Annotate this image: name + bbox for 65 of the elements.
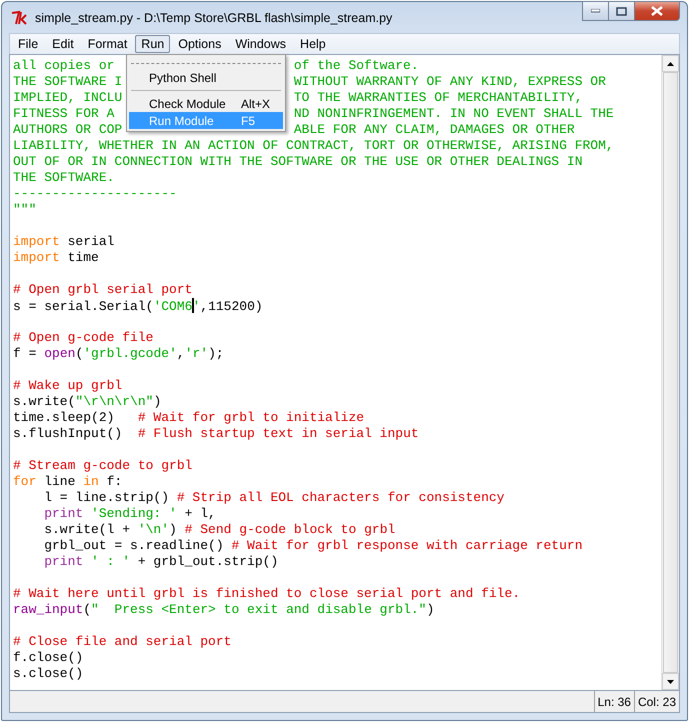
code-line: ND NONINFRINGEMENT. IN NO EVENT SHALL THE [294,106,614,122]
code-line: """ [13,202,38,218]
code-line: # Open grbl serial port [13,282,194,298]
code-line: raw_input(" Press <Enter> to exit and disable grbl.") [13,602,436,618]
code-line: # Open g-code file [13,330,154,346]
menu-entry[interactable]: Check Module Alt+X [129,95,283,112]
menu-entry-label: Python Shell [149,70,218,84]
code-line: grbl_out = s.readline() # Wait for grbl response with carriage return [43,538,584,554]
code-line: s.close() [13,666,84,682]
code-line: f.close() [13,650,84,666]
code-line: LIABILITY, WHETHER IN AN ACTION OF CONTRACT, TORT OR OTHERWISE, ARISING FROM, [13,138,615,154]
code-line: THE SOFTWARE I [13,74,122,89]
code-line: for line in f: [13,474,124,490]
code-line: time.sleep(2) # Wait for grbl to initialize [13,410,366,426]
code-line: IMPLIED, INCLU [13,90,122,105]
line-number: Ln: 36 [594,691,634,712]
code-line: import serial [13,234,116,250]
close-icon [651,6,663,16]
code-line: of the Software. [294,58,419,74]
code-line: f = open('grbl.gcode','r'); [13,346,225,362]
minimize-button[interactable] [582,1,609,21]
code-line: WITHOUT WARRANTY OF ANY KIND, EXPRESS OR [294,74,606,90]
menu-entry-label: Run Module [149,114,215,128]
scroll-up-icon[interactable] [662,55,679,72]
menu-item[interactable]: Edit [46,35,80,53]
code-line: # Stream g-code to grbl [13,458,194,474]
code-line: --------------------- [13,186,178,202]
menu-entry-label: Check Module [149,96,227,110]
code-line: import time [13,250,100,266]
code-line: all copies or [13,58,114,73]
code-line: # Wake up grbl [13,378,124,394]
vertical-scrollbar[interactable] [661,55,679,690]
menu-item[interactable]: File [12,35,44,53]
code-line: AUTHORS OR COP [13,122,122,137]
code-line: FITNESS FOR A [13,106,114,121]
menu-entry[interactable]: Python Shell [129,69,283,86]
code-line: s.write(l + '\n') # Send g-code block to grbl [43,522,396,538]
code-line: # Close file and serial port [13,634,232,650]
scroll-thumb[interactable] [663,72,678,673]
code-line: THE SOFTWARE. [13,170,116,186]
menu-item[interactable]: Windows [229,35,292,53]
code-line: s.flushInput() # Flush startup text in serial input [13,426,420,442]
menu-item[interactable]: Format [82,35,134,53]
close-button[interactable] [634,1,680,21]
menu-item[interactable]: Options [172,35,228,53]
minimize-icon [591,9,600,13]
column-number: Col: 23 [634,691,679,712]
code-line: TO THE WARRANTIES OF MERCHANTABILITY, [294,90,582,106]
shortcut-label: F5 [241,114,256,128]
maximize-button[interactable] [608,1,635,21]
code-line: # Wait here until grbl is finished to close serial port and file. [13,586,522,602]
code-line: ABLE FOR ANY CLAIM, DAMAGES OR OTHER [294,122,575,138]
code-line: s = serial.Serial('COM6',115200) [13,298,264,314]
code-line: print ' : ' + grbl_out.strip() [43,554,280,570]
window-title: simple_stream.py - D:\Temp Store\GRBL flash\simple_stream.py [35,10,394,24]
menu-item[interactable]: Help [294,35,332,53]
code-line: OUT OF OR IN CONNECTION WITH THE SOFTWARE OR THE USE OR OTHER DEALINGS IN [13,154,584,170]
scroll-down-icon[interactable] [662,673,679,690]
shortcut-label: Alt+X [241,96,270,110]
code-line: l = line.strip() # Strip all EOL characters for consistency [43,490,506,506]
app-logo-icon [11,10,29,26]
code-line: s.write("\r\n\r\n") [13,394,162,410]
code-line: print 'Sending: ' + l, [43,506,217,522]
menu-item[interactable]: Run [135,35,170,53]
maximize-icon [616,6,627,16]
